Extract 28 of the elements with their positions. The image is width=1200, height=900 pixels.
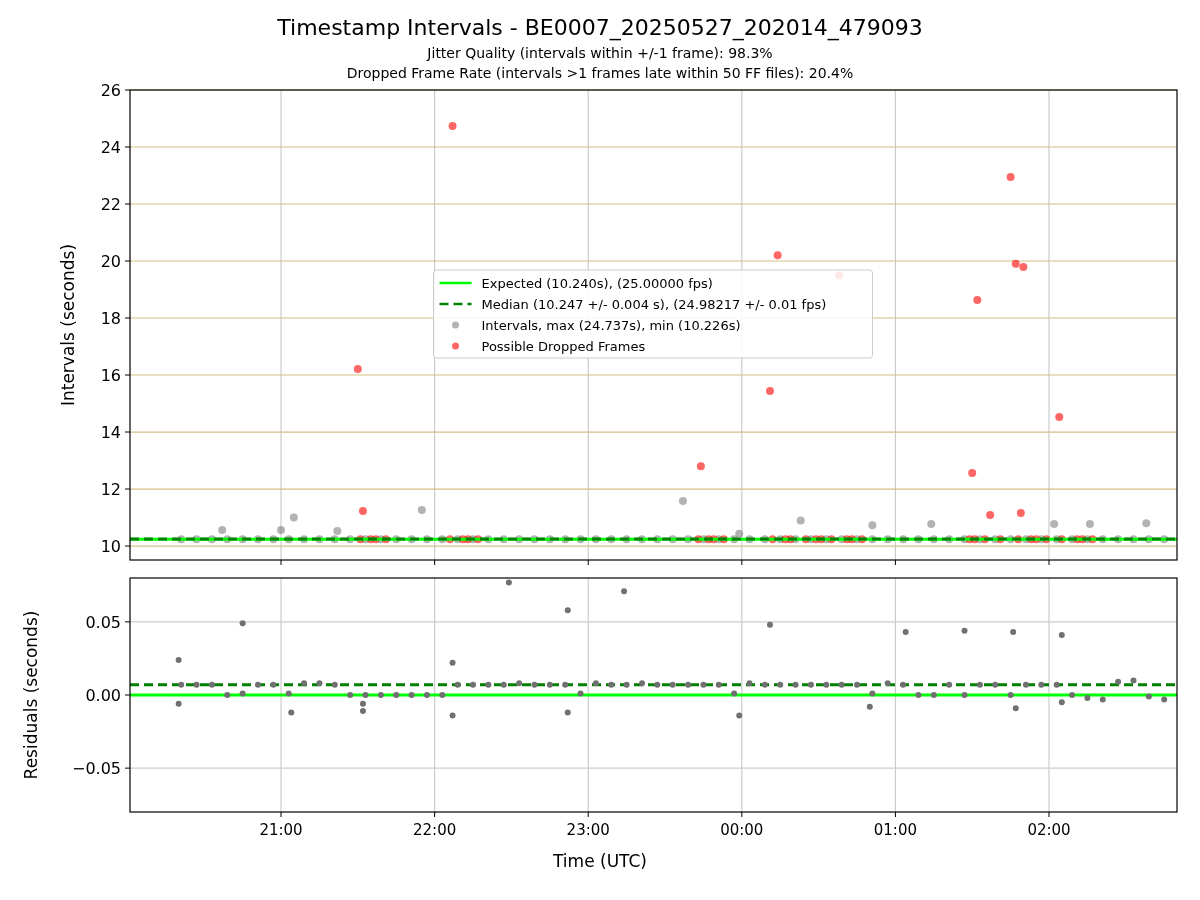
x-tick-label: 21:00	[259, 821, 303, 839]
y-tick-label: 0.00	[85, 686, 121, 705]
figure-title: Timestamp Intervals - BE0007_20250527_202014_479093	[277, 14, 923, 42]
legend-label: Expected (10.240s), (25.00000 fps)	[481, 275, 713, 291]
y-tick-label: 12	[100, 480, 121, 500]
figure-subtitle: Jitter Quality (intervals within +/-1 frame): 98.3%	[427, 44, 773, 63]
y-tick-label: 10	[100, 537, 121, 557]
x-axis-label: Time (UTC)	[553, 850, 647, 872]
legend-label: Possible Dropped Frames	[481, 338, 646, 354]
legend-label: Median (10.247 +/- 0.004 s), (24.98217 +/- 0.01 fps)	[481, 296, 827, 312]
y-tick-label: 20	[100, 252, 121, 271]
y-tick-label: 0.05	[85, 612, 121, 632]
y-axis-label: Intervals (seconds)	[58, 243, 78, 407]
y-tick-label: 24	[100, 138, 121, 157]
y-tick-label: 16	[100, 366, 121, 385]
legend-label: Intervals, max (24.737s), min (10.226s)	[481, 317, 741, 333]
x-tick-label: 23:00	[566, 821, 610, 839]
figure-subtitle: Dropped Frame Rate (intervals >1 frames late within 50 FF files): 20.4%	[346, 64, 854, 83]
x-tick-label: 02:00	[1027, 821, 1071, 839]
x-tick-label: 01:00	[873, 821, 918, 839]
y-tick-label: 14	[100, 423, 121, 443]
x-tick-label: 22:00	[413, 821, 457, 839]
x-tick-label: 00:00	[720, 821, 764, 839]
y-axis-label: Residuals (seconds)	[21, 610, 41, 780]
y-tick-label: 26	[100, 81, 121, 100]
y-tick-label: 22	[100, 195, 121, 214]
y-tick-label: 18	[100, 309, 121, 328]
y-tick-label: −0.05	[71, 759, 121, 779]
